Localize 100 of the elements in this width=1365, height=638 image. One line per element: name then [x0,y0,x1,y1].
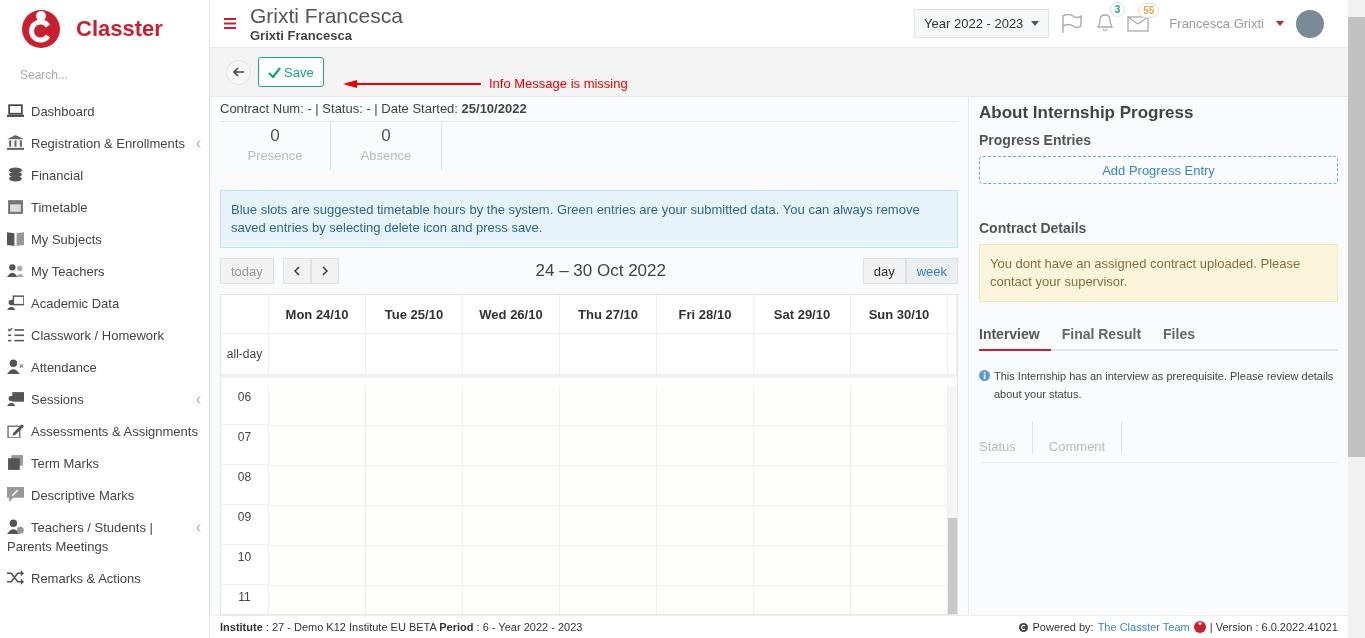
annotation-text: Info Message is missing [489,76,628,91]
section-heading: Progress Entries [979,132,1093,148]
logo-icon [20,8,62,50]
sidebar-item[interactable]: Teachers / Students | Parents Meetings [0,512,209,563]
back-button[interactable] [226,59,251,85]
page-title: Grixti Francesca [250,4,403,28]
previous-button[interactable] [282,258,311,284]
user-board-icon [7,295,24,310]
time-slot[interactable] [560,586,657,614]
add-progress-button[interactable]: Add Progress Entry [979,156,1338,184]
user-cross-icon [7,359,24,374]
flag-icon[interactable] [1061,13,1084,34]
sidebar-item[interactable]: Descriptive Marks [0,480,209,512]
tab[interactable]: Files [1152,322,1206,349]
tab[interactable]: Interview [979,322,1051,351]
sidebar-item[interactable]: Dashboard [0,96,209,128]
bank-icon [7,135,24,150]
logo-text: Classter [76,16,163,42]
avatar[interactable] [1296,9,1324,38]
sidebar-item[interactable]: Registration & Enrollments [0,128,209,160]
sidebar-item[interactable]: Attendance [0,352,209,384]
checklist-icon [7,327,24,342]
calendar-icon [7,199,24,214]
users-icon [7,263,24,278]
scrollbar-thumb[interactable] [1348,17,1365,457]
time-slot[interactable] [657,586,754,614]
notification-badge: 3 [1109,2,1126,17]
time-slot[interactable] [463,586,560,614]
sidebar-item[interactable]: Remarks & Actions [0,563,209,595]
sidebar-item[interactable]: My Subjects [0,224,209,256]
tab[interactable]: Final Result [1050,322,1153,349]
time-slot[interactable] [754,586,851,614]
all-day-label: all-day [221,334,269,375]
day-header: Thu 27/10 [560,295,657,334]
shuffle-icon [7,570,24,585]
day-header: Tue 25/10 [366,295,463,334]
scrollbar-thumb[interactable] [948,518,957,614]
menu-icon[interactable] [224,18,236,29]
cards-icon [7,455,24,470]
chevron-right-icon [321,265,328,276]
search-field[interactable]: Search... [18,66,192,84]
chevron-left-icon [196,140,201,148]
time-slot[interactable] [366,586,463,614]
time-slot[interactable] [851,506,948,546]
day-header: Sat 29/10 [754,295,851,334]
time-slot[interactable] [851,546,948,586]
sidebar-item[interactable]: Assessments & Assignments [0,416,209,448]
page-subtitle: Grixti Francesca [250,28,353,43]
book-icon [7,231,24,246]
stat-value: 0 [270,126,280,146]
view-tab[interactable]: week [905,258,958,284]
stat-label: Absence [360,148,412,163]
interview-info-text: This Internship has an interview as prerequisite. Please review details about your status. [994,369,1335,402]
sidebar-item[interactable]: Timetable [0,192,209,224]
time-slot[interactable] [269,586,366,614]
sidebar-item[interactable]: My Teachers [0,256,209,288]
calendar-title: 24 – 30 Oct 2022 [534,261,667,281]
caret-icon [1031,21,1040,26]
arrow-left-icon [232,67,245,77]
bell-icon[interactable] [1095,11,1116,33]
year-select[interactable]: Year 2022 - 2023 [914,9,1050,38]
next-button[interactable] [310,258,339,284]
stat-label: Presence [247,148,303,163]
chevron-left-icon [293,265,300,276]
day-header: Mon 24/10 [269,295,366,334]
day-header: Wed 26/10 [463,295,560,334]
copyright-icon [1019,622,1029,632]
column-header: Status [979,421,1033,454]
version-text: | Version : 6.0.2022.41021 [1209,621,1338,633]
chevron-left-icon [196,396,201,404]
section-heading: Contract Details [979,220,1088,236]
sidebar-item[interactable]: Term Marks [0,448,209,480]
powered-by-text: Powered by: [1032,621,1094,633]
contract-summary: Contract Num: - | Status: - | Date Started: 25/10/2022 [220,101,958,122]
sidebar-item[interactable]: Academic Data [0,288,209,320]
institute-info: Institute : 27 - Demo K12 Institute EU BETA Period : 6 - Year 2022 - 2023 [220,621,583,633]
section-title: About Internship Progress [979,103,1195,123]
day-header: Sun 30/10 [851,295,948,334]
stat-value: 0 [381,126,391,146]
coins-icon [7,167,24,182]
laptop-icon [7,103,24,118]
team-link[interactable]: The Classter Team [1097,621,1190,633]
check-icon [268,66,281,78]
sidebar-item[interactable]: Financial [0,160,209,192]
sidebar-item[interactable]: Sessions [0,384,209,416]
chevron-left-icon [196,524,201,532]
caret-icon[interactable] [1276,21,1284,26]
warning-message: You dont have an assigned contract uploaded. Please contact your supervisor. [979,244,1338,302]
time-slot[interactable] [851,586,948,614]
logo-icon [1193,621,1206,633]
message-badge: 55 [1138,3,1160,18]
speech-bubble-icon [7,487,24,502]
info-icon [979,370,990,381]
column-header: Comment [1048,421,1123,454]
view-tab[interactable]: day [862,258,906,284]
info-message: Blue slots are suggested timetable hours by the system. Green entries are your submitted data. You can always remove saved entries by selecting delete icon and press save. [220,190,958,248]
day-header: Fri 28/10 [657,295,754,334]
sidebar-item[interactable]: Classwork / Homework [0,320,209,352]
user-clock-icon [7,519,24,534]
presentation-icon [7,391,24,406]
